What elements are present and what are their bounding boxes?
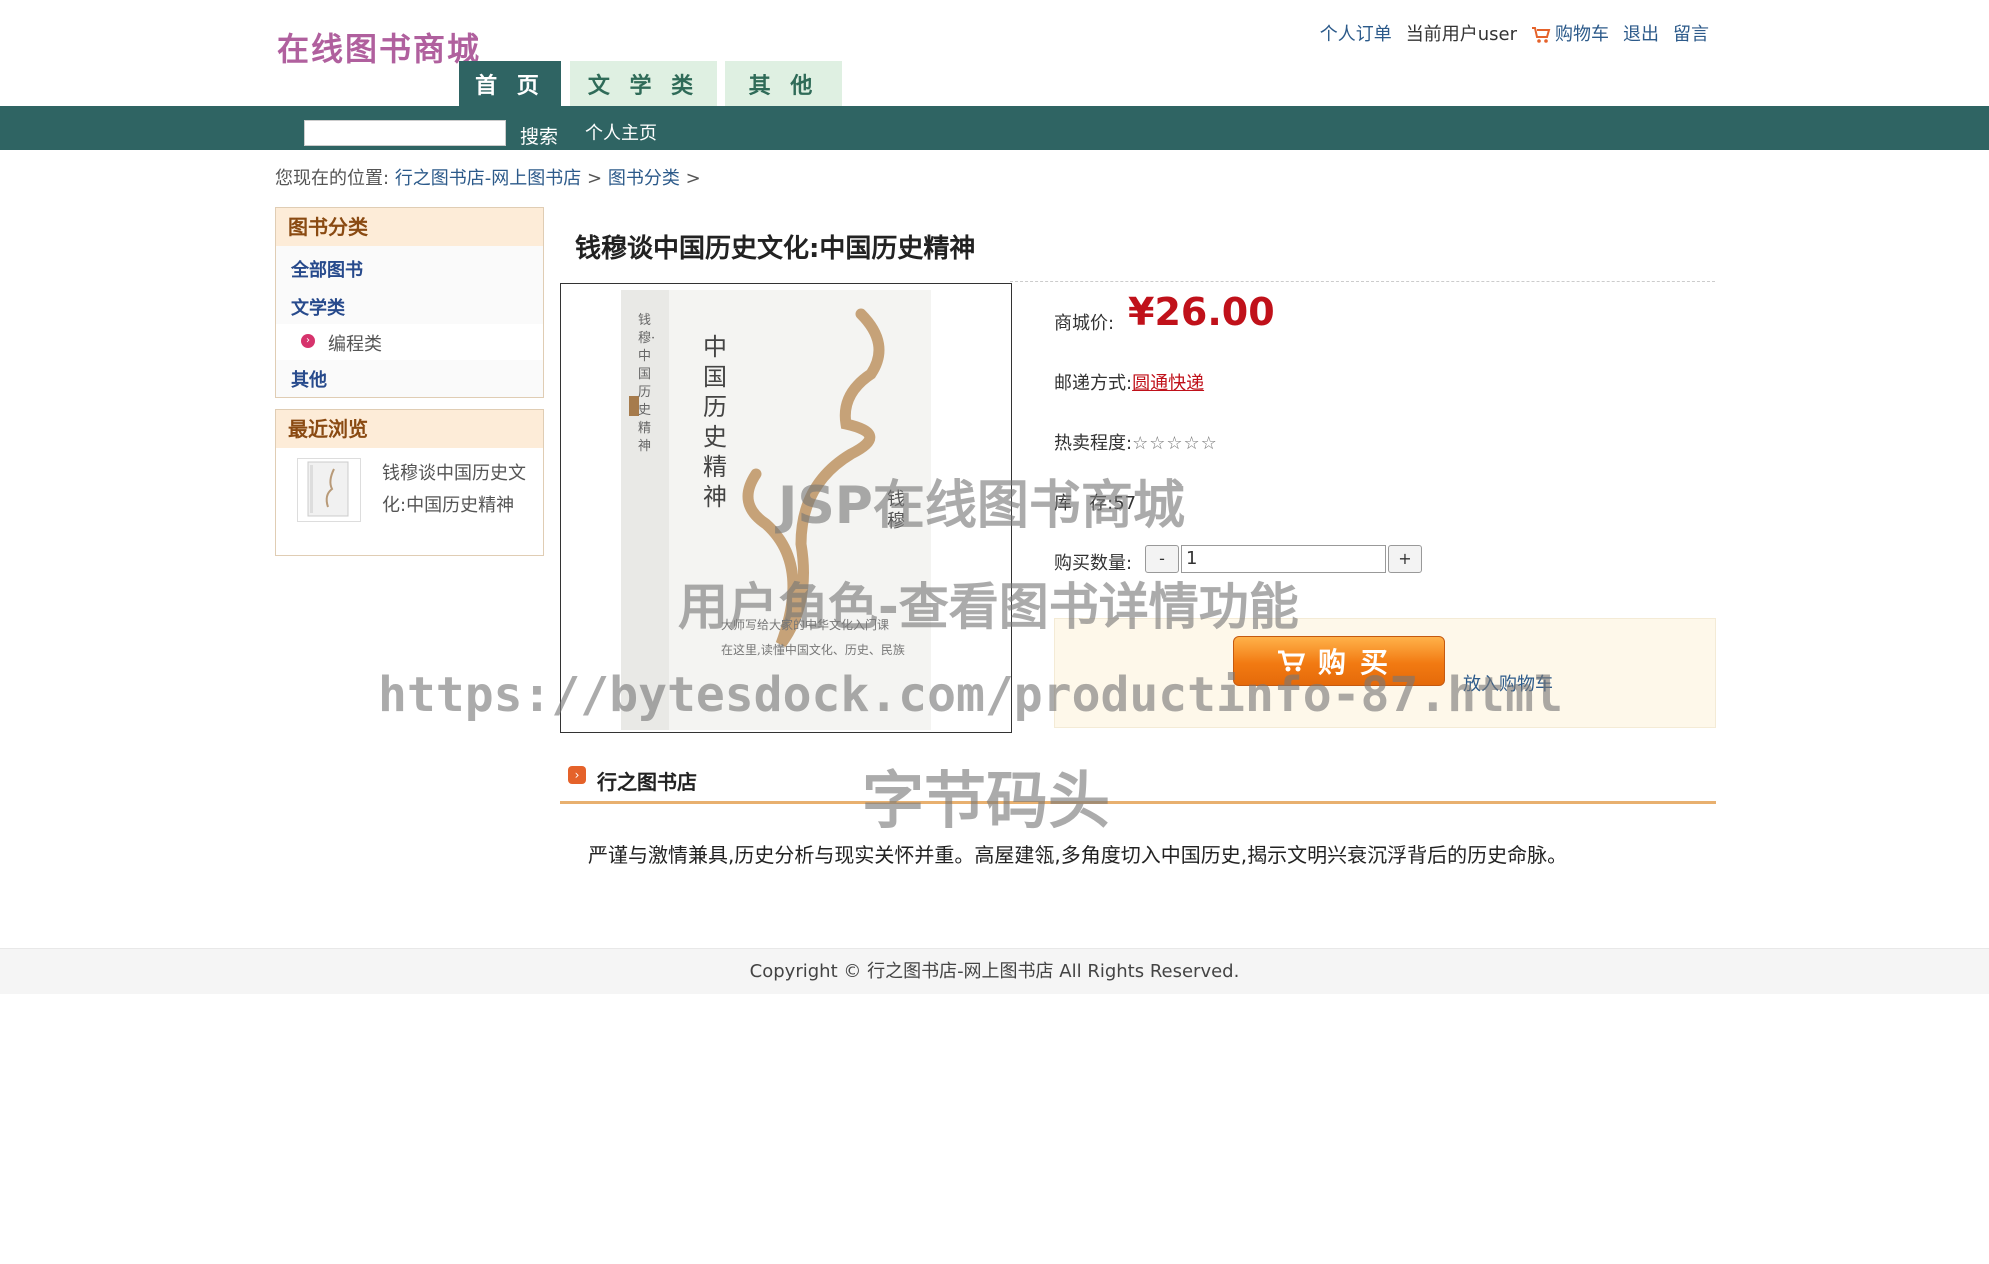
- store-name: 行之图书店: [597, 770, 697, 794]
- watermark-brand: 字节码头: [862, 764, 1111, 837]
- message-link[interactable]: 留言: [1673, 20, 1709, 46]
- hot-row: 热卖程度:☆☆☆☆☆: [1054, 429, 1218, 455]
- tab-other[interactable]: 其 他: [725, 61, 842, 106]
- product-description: 严谨与激情兼具,历史分析与现实关怀并重。高屋建瓴,多角度切入中国历史,揭示文明兴…: [588, 843, 1568, 867]
- category-other[interactable]: 其他: [291, 366, 327, 392]
- search-button[interactable]: 搜索: [520, 122, 558, 149]
- recent-item-line: 化:中国历史精神: [382, 495, 515, 516]
- recent-panel: 最近浏览 钱穆谈中国历史文 化:中国历史精神: [275, 409, 544, 556]
- shipping-label: 邮递方式:: [1054, 373, 1133, 394]
- category-literature[interactable]: 文学类: [291, 294, 345, 320]
- cart-link-wrap[interactable]: 购物车: [1531, 20, 1609, 46]
- category-programming[interactable]: › 编程类: [276, 324, 543, 360]
- nav-bar: [0, 106, 1989, 150]
- watermark-subtitle: 用户角色-查看图书详情功能: [678, 578, 1299, 636]
- hot-stars: ☆☆☆☆☆: [1132, 433, 1218, 454]
- cover-spine: 钱穆·中国历史精神: [638, 313, 656, 454]
- recent-item-line: 钱穆谈中国历史文: [382, 463, 526, 484]
- tab-home[interactable]: 首 页: [459, 61, 561, 106]
- breadcrumb-category[interactable]: 图书分类: [608, 168, 680, 189]
- top-links: 个人订单 当前用户user 购物车 退出 留言: [1320, 20, 1709, 46]
- price-value: ¥26.00: [1128, 290, 1275, 334]
- store-divider: [560, 801, 1716, 804]
- product-title: 钱穆谈中国历史文化:中国历史精神: [575, 234, 976, 264]
- cover-title: 中国历史精神: [703, 333, 727, 511]
- breadcrumb: 您现在的位置: 行之图书店-网上图书店 > 图书分类 >: [275, 164, 701, 190]
- orders-link[interactable]: 个人订单: [1320, 20, 1392, 46]
- watermark-url: https://bytesdock.com/productinfo-87.htm…: [378, 667, 1563, 723]
- arrow-icon: ›: [568, 766, 586, 784]
- hot-label: 热卖程度:: [1054, 433, 1133, 454]
- breadcrumb-prefix: 您现在的位置:: [275, 168, 390, 189]
- category-programming-label: 编程类: [328, 334, 382, 355]
- watermark-title: JSP在线图书商城: [778, 476, 1185, 536]
- cart-icon: [1532, 27, 1551, 43]
- category-panel: 图书分类 全部图书 文学类 › 编程类 其他: [275, 207, 544, 398]
- shipping-row: 邮递方式:圆通快递: [1054, 369, 1204, 395]
- cover-tagline-2: 在这里,读懂中国文化、历史、民族: [721, 642, 905, 657]
- recent-item-title[interactable]: 钱穆谈中国历史文 化:中国历史精神: [382, 458, 534, 522]
- footer-copyright: Copyright © 行之图书店-网上图书店 All Rights Reser…: [0, 948, 1989, 994]
- tab-literature[interactable]: 文 学 类: [570, 61, 717, 106]
- recent-thumbnail[interactable]: [297, 458, 361, 522]
- breadcrumb-separator: >: [685, 168, 701, 189]
- qty-increment-button[interactable]: +: [1388, 545, 1422, 573]
- price-label: 商城价:: [1054, 313, 1115, 334]
- bullet-icon: ›: [301, 334, 315, 348]
- breadcrumb-separator: >: [587, 168, 603, 189]
- logout-link[interactable]: 退出: [1623, 20, 1659, 46]
- divider: [1010, 281, 1715, 282]
- cart-link[interactable]: 购物车: [1555, 24, 1609, 45]
- current-user-label: 当前用户user: [1405, 24, 1517, 45]
- shipping-value: 圆通快递: [1132, 373, 1205, 394]
- category-title: 图书分类: [276, 208, 543, 246]
- recent-cover-image: [307, 461, 349, 517]
- search-input[interactable]: [304, 120, 506, 146]
- breadcrumb-store[interactable]: 行之图书店-网上图书店: [395, 168, 582, 189]
- profile-link[interactable]: 个人主页: [585, 119, 657, 145]
- recent-title: 最近浏览: [276, 410, 543, 448]
- category-all[interactable]: 全部图书: [291, 256, 363, 282]
- site-logo[interactable]: 在线图书商城: [277, 24, 481, 70]
